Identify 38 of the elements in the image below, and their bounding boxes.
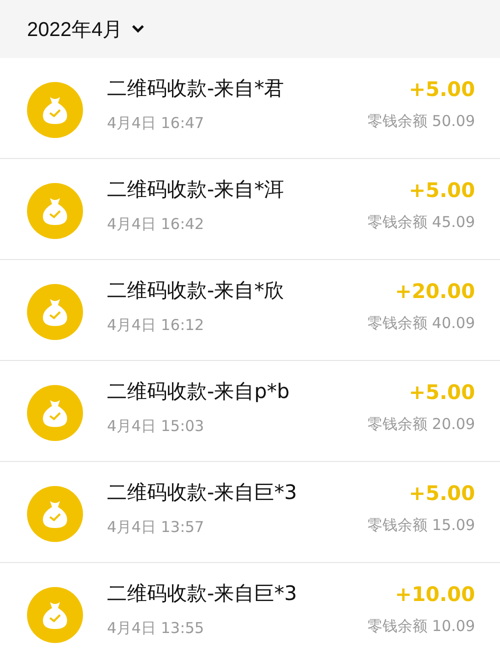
balance-text: 零钱余额 50.09: [367, 112, 475, 131]
transaction-time: 4月4日 13:55: [107, 619, 206, 638]
transaction-row[interactable]: 二维码收款-来自*欣 4月4日 16:12 +20.00 零钱余额 40.09: [0, 260, 500, 361]
transaction-time: 4月4日 16:47: [107, 114, 206, 133]
money-bag-icon: [27, 284, 83, 340]
amount: +5.00: [408, 178, 475, 202]
amount: +5.00: [408, 380, 475, 404]
transaction-time: 4月4日 15:03: [107, 417, 206, 436]
money-bag-icon: [27, 587, 83, 643]
balance-text: 零钱余额 20.09: [367, 415, 475, 434]
amount: +5.00: [408, 77, 475, 101]
transaction-row[interactable]: 二维码收款-来自p*b 4月4日 15:03 +5.00 零钱余额 20.09: [0, 361, 500, 462]
money-bag-icon: [27, 82, 83, 138]
transaction-title: 二维码收款-来自p*b: [107, 378, 291, 405]
transaction-title: 二维码收款-来自*洱: [107, 176, 286, 203]
amount: +10.00: [394, 582, 475, 606]
transaction-row[interactable]: 二维码收款-来自*君 4月4日 16:47 +5.00 零钱余额 50.09: [0, 58, 500, 159]
transaction-row[interactable]: 二维码收款-来自*洱 4月4日 16:42 +5.00 零钱余额 45.09: [0, 159, 500, 260]
transaction-title: 二维码收款-来自巨*3: [107, 580, 298, 607]
amount: +20.00: [394, 279, 475, 303]
transaction-time: 4月4日 13:57: [107, 518, 206, 537]
money-bag-icon: [27, 486, 83, 542]
money-bag-icon: [27, 385, 83, 441]
chevron-down-icon: [130, 24, 145, 34]
balance-text: 零钱余额 15.09: [367, 516, 475, 535]
amount: +5.00: [408, 481, 475, 505]
balance-text: 零钱余额 40.09: [367, 314, 475, 333]
transaction-title: 二维码收款-来自*君: [107, 75, 286, 102]
money-bag-icon: [27, 183, 83, 239]
balance-text: 零钱余额 10.09: [367, 617, 475, 636]
transaction-title: 二维码收款-来自*欣: [107, 277, 286, 304]
transaction-row[interactable]: 二维码收款-来自巨*3 4月4日 13:57 +5.00 零钱余额 15.09: [0, 462, 500, 563]
transaction-time: 4月4日 16:12: [107, 316, 206, 335]
transaction-title: 二维码收款-来自巨*3: [107, 479, 298, 506]
transaction-row[interactable]: 二维码收款-来自巨*3 4月4日 13:55 +10.00 零钱余额 10.09: [0, 563, 500, 663]
balance-text: 零钱余额 45.09: [367, 213, 475, 232]
month-selector[interactable]: 2022年4月: [27, 16, 145, 42]
transaction-time: 4月4日 16:42: [107, 215, 206, 234]
